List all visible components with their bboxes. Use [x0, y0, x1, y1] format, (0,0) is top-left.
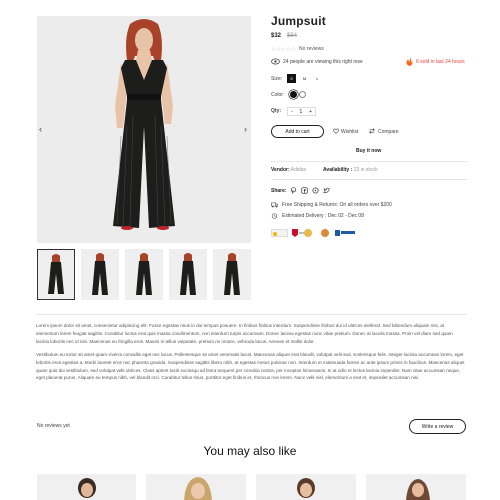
estimated-delivery: Estimated Delivery : Dec 02 - Dec 08	[282, 213, 364, 219]
availability-value: 23 in stock	[353, 167, 378, 173]
compare-link[interactable]: Compare	[378, 129, 399, 135]
size-option-s[interactable]: S	[287, 74, 296, 83]
availability-label: Availability :	[323, 167, 353, 173]
divider	[271, 179, 467, 180]
compare-icon[interactable]	[369, 128, 375, 134]
twitter-icon[interactable]	[323, 187, 330, 194]
norton-badge	[271, 229, 288, 237]
facebook-icon[interactable]	[301, 187, 308, 194]
write-review-button[interactable]: Write a review	[409, 419, 466, 434]
recommended-product-1[interactable]	[37, 474, 136, 500]
share-label: Share:	[271, 188, 287, 194]
trusted-badge	[301, 229, 315, 237]
vendor-row: Vendor: Adidas	[271, 167, 306, 173]
pinterest-icon[interactable]	[290, 187, 297, 194]
shipping-info: Free Shipping & Returns: On all orders o…	[282, 202, 392, 208]
bbb-badge	[335, 229, 355, 237]
color-swatch-white[interactable]	[299, 91, 306, 98]
vendor-label: Vendor:	[271, 167, 290, 173]
truck-icon	[271, 202, 278, 208]
qty-plus-button[interactable]: +	[309, 109, 312, 115]
qty-minus-button[interactable]: -	[291, 109, 293, 115]
gallery-next-arrow[interactable]: ›	[244, 124, 247, 134]
size-option-m[interactable]: M	[300, 74, 309, 83]
viewing-now-text: 24 people are viewing this right now	[283, 59, 363, 65]
add-to-cart-button[interactable]: Add to cart	[271, 125, 324, 138]
thumbnail-4[interactable]	[169, 249, 207, 300]
quantity-stepper[interactable]: - 1 +	[287, 107, 316, 116]
thumbnail-2[interactable]	[81, 249, 119, 300]
divider	[36, 314, 466, 315]
description-paragraph-1: Lorem ipsum dolor sit amet, consectetur …	[36, 323, 453, 344]
gallery-prev-arrow[interactable]: ‹	[39, 124, 42, 134]
thumbnail-3[interactable]	[125, 249, 163, 300]
product-main-image	[37, 16, 251, 243]
heart-icon[interactable]	[333, 128, 339, 134]
buy-now-button[interactable]: Buy it now	[356, 148, 381, 154]
thumbnail-5[interactable]	[213, 249, 251, 300]
color-label: Color:	[271, 92, 285, 98]
product-title: Jumpsuit	[271, 14, 326, 28]
model-figure	[113, 19, 175, 230]
size-option-l[interactable]: L	[313, 74, 322, 83]
color-swatch-black[interactable]	[290, 91, 297, 98]
recommended-product-2[interactable]	[146, 474, 246, 500]
rating-stars[interactable]: ☆☆☆☆☆	[271, 46, 296, 53]
guarantee-badge	[320, 229, 330, 237]
recommendations-heading: You may also like	[203, 444, 297, 458]
product-old-price: $54	[287, 33, 298, 39]
qty-value[interactable]: 1	[299, 109, 302, 115]
availability-row: Availability : 23 in stock	[323, 167, 378, 173]
eye-icon	[271, 58, 280, 65]
recommended-product-4[interactable]	[366, 474, 466, 500]
reviews-count[interactable]: No reviews	[299, 46, 324, 52]
qty-label: Qty:	[271, 108, 281, 114]
no-reviews-text: No reviews yet	[37, 423, 70, 429]
description-paragraph-2: Vestibulum eu tortor sit amet quam viver…	[36, 352, 465, 381]
whatsapp-icon[interactable]	[312, 187, 319, 194]
divider	[271, 161, 467, 162]
delivery-clock-icon	[271, 213, 278, 219]
wishlist-link[interactable]: Wishlist	[341, 129, 358, 135]
vendor-value[interactable]: Adidas	[291, 167, 306, 173]
fire-icon	[406, 57, 413, 66]
sold-count-text: 6 sold in last 24 hours	[416, 59, 465, 65]
recommended-product-3[interactable]	[256, 474, 356, 500]
product-price: $32	[271, 33, 282, 39]
size-label: Size:	[271, 76, 283, 82]
thumbnail-1[interactable]	[37, 249, 75, 300]
